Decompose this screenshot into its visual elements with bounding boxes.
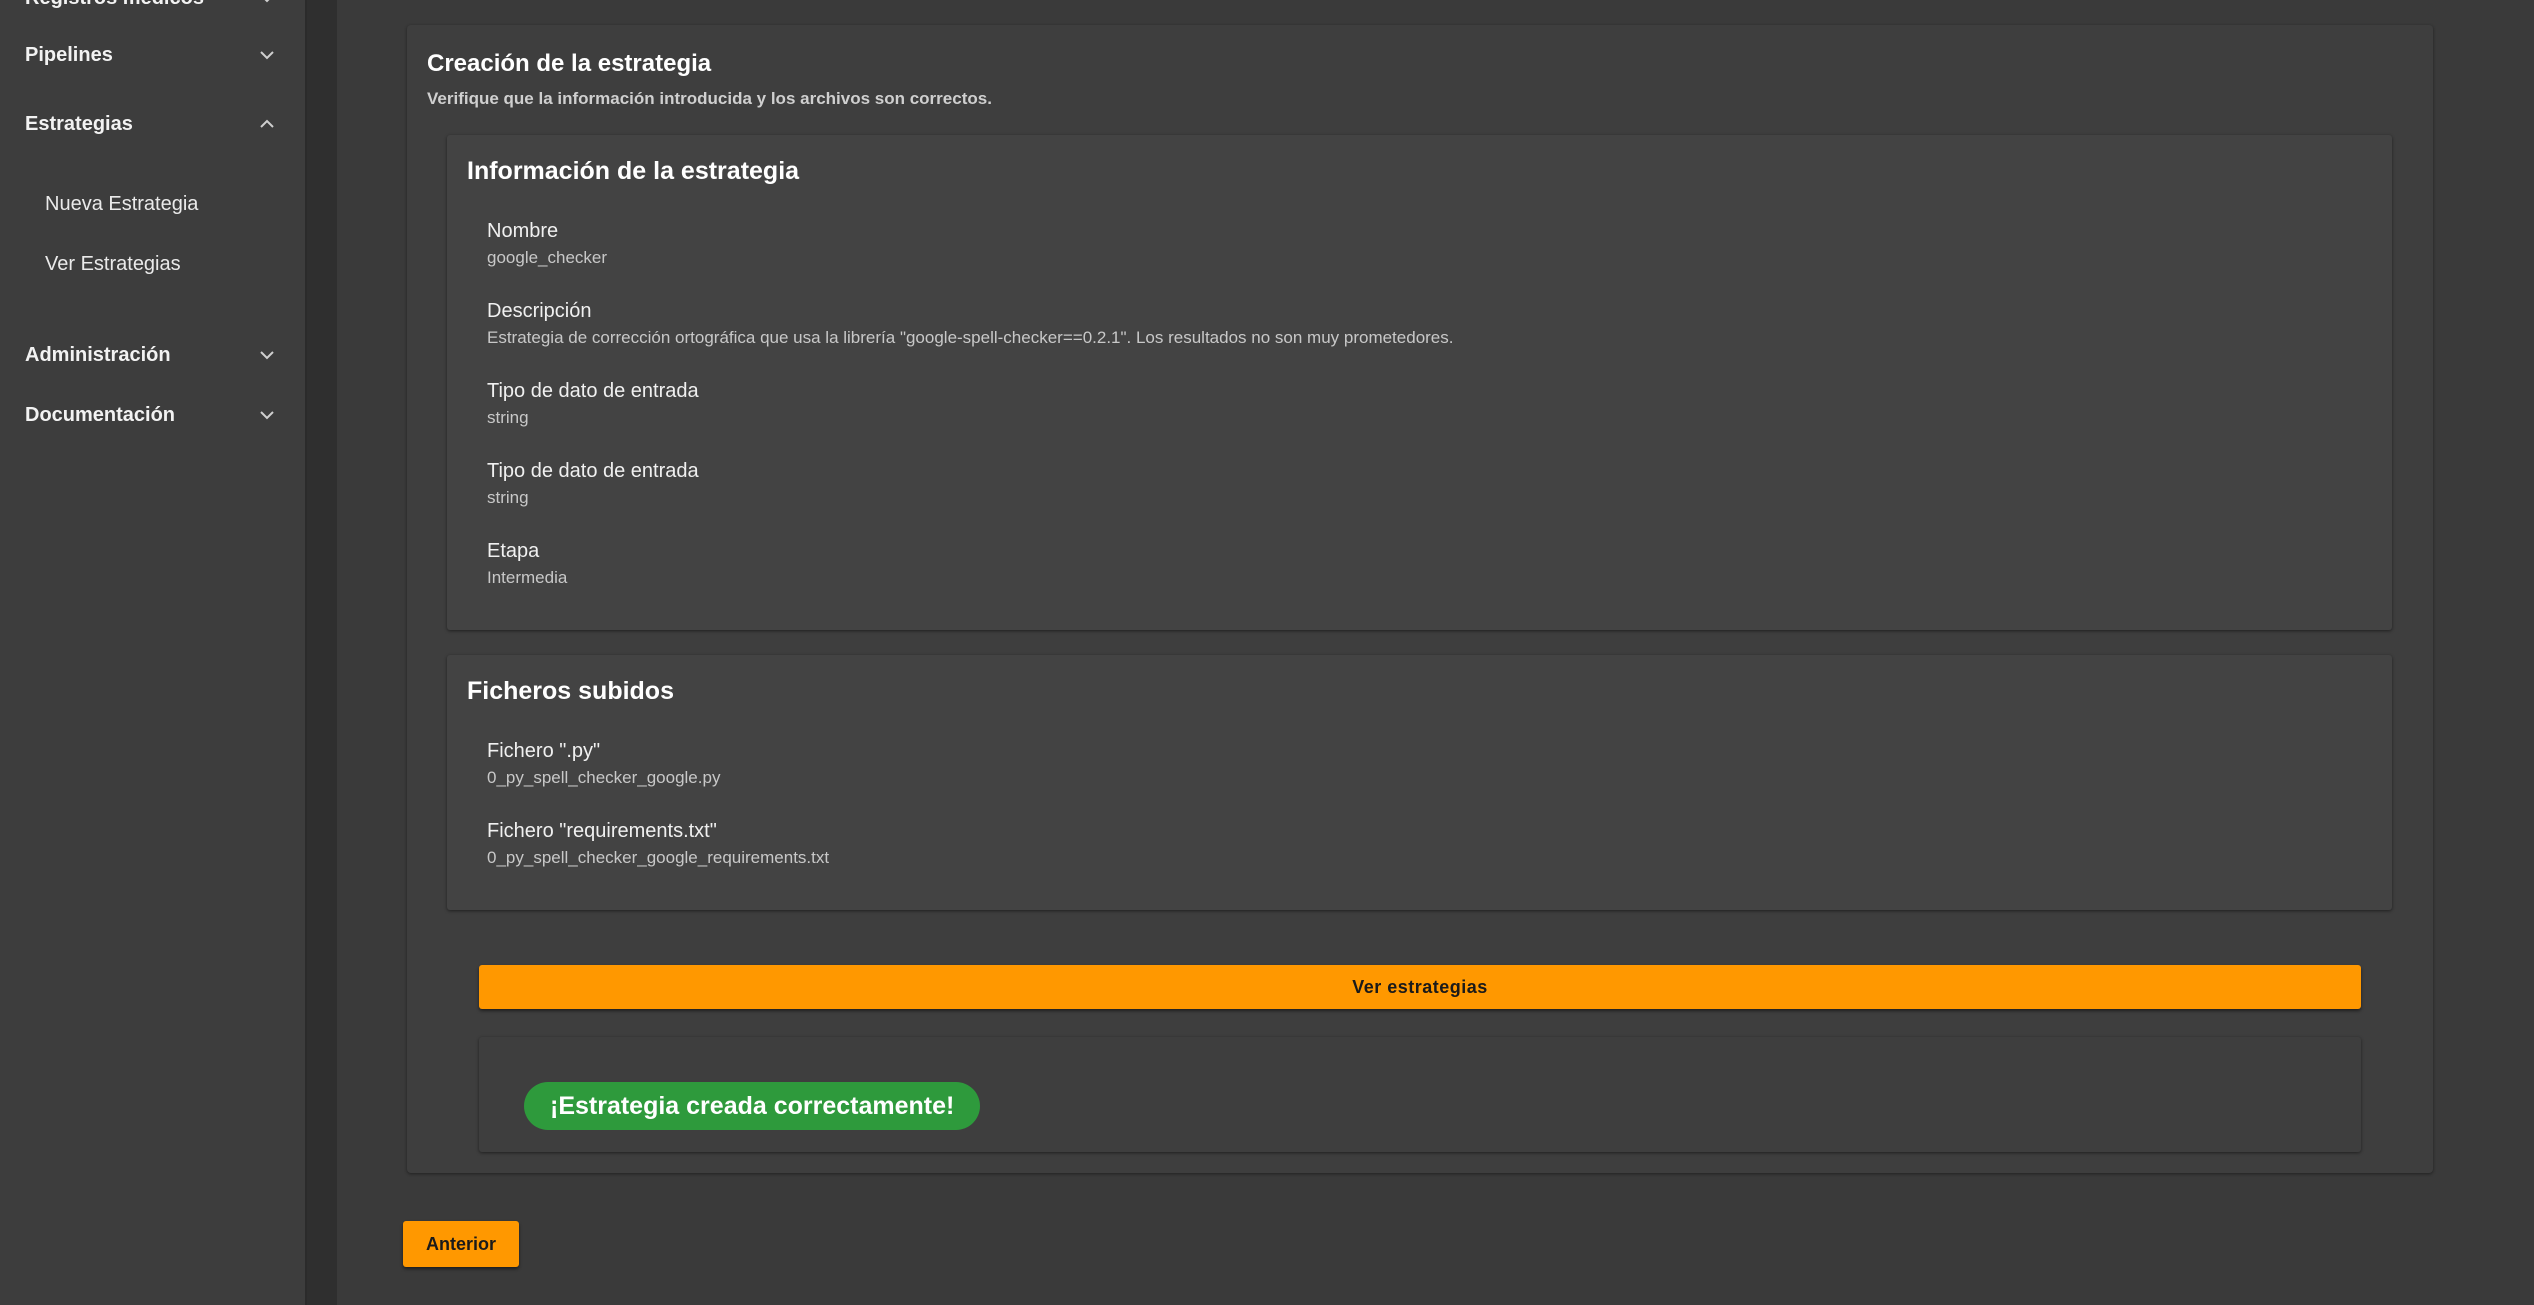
field-label-descripcion: Descripción [487,300,592,322]
sidebar-subitem-ver-estrategias[interactable]: Ver Estrategias [45,253,181,276]
field-value-descripcion: Estrategia de corrección ortográfica que… [487,328,1454,347]
sidebar-item-label: Documentación [25,403,176,426]
chevron-down-icon [253,341,281,369]
sidebar-item-label: Administración [25,343,171,366]
chevron-down-icon [253,401,281,429]
chevron-down-icon [253,41,281,69]
field-label-etapa: Etapa [487,540,540,562]
back-button[interactable]: Anterior [403,1221,519,1267]
field-label-tipo-entrada-2: Tipo de dato de entrada [487,460,699,482]
sidebar-item-label: Estrategias [25,112,133,135]
sidebar-item-pipelines[interactable]: Pipelines [25,35,281,75]
field-value-tipo-entrada: string [487,408,529,427]
sidebar-item-registros[interactable]: Registros médicos [25,0,281,18]
uploaded-files-panel: Ficheros subidos Fichero ".py" 0_py_spel… [447,655,2392,910]
success-alert-panel: ¡Estrategia creada correctamente! [479,1037,2361,1152]
field-value-fichero-py: 0_py_spell_checker_google.py [487,768,721,787]
sidebar-item-estrategias[interactable]: Estrategias [25,104,281,144]
view-strategies-button[interactable]: Ver estrategias [479,965,2361,1009]
chevron-down-icon [253,0,281,12]
sidebar: Registros médicos Pipelines Estrategias … [0,0,307,1305]
strategy-info-panel: Información de la estrategia Nombre goog… [447,135,2392,630]
field-label-nombre: Nombre [487,220,559,242]
sidebar-subitem-nueva-estrategia[interactable]: Nueva Estrategia [45,193,198,216]
chevron-up-icon [253,110,281,138]
main-content: Creación de la estrategia Verifique que … [337,0,2534,1305]
field-value-tipo-entrada-2: string [487,488,529,507]
field-label-fichero-requirements: Fichero "requirements.txt" [487,820,717,842]
field-label-tipo-entrada: Tipo de dato de entrada [487,380,699,402]
card-title: Creación de la estrategia [427,50,712,77]
sidebar-item-label: Registros médicos [25,0,204,10]
field-value-nombre: google_checker [487,248,608,267]
sidebar-divider [307,0,337,1305]
sidebar-item-administracion[interactable]: Administración [25,335,281,375]
field-label-fichero-py: Fichero ".py" [487,740,601,762]
field-value-fichero-requirements: 0_py_spell_checker_google_requirements.t… [487,848,830,867]
panel-title: Ficheros subidos [467,677,674,705]
strategy-creation-card: Creación de la estrategia Verifique que … [407,25,2433,1173]
panel-title: Información de la estrategia [467,157,800,185]
field-value-etapa: Intermedia [487,568,568,587]
success-message: ¡Estrategia creada correctamente! [524,1082,981,1130]
sidebar-item-label: Pipelines [25,43,113,66]
card-subtitle: Verifique que la información introducida… [427,89,992,108]
sidebar-item-documentacion[interactable]: Documentación [25,395,281,435]
